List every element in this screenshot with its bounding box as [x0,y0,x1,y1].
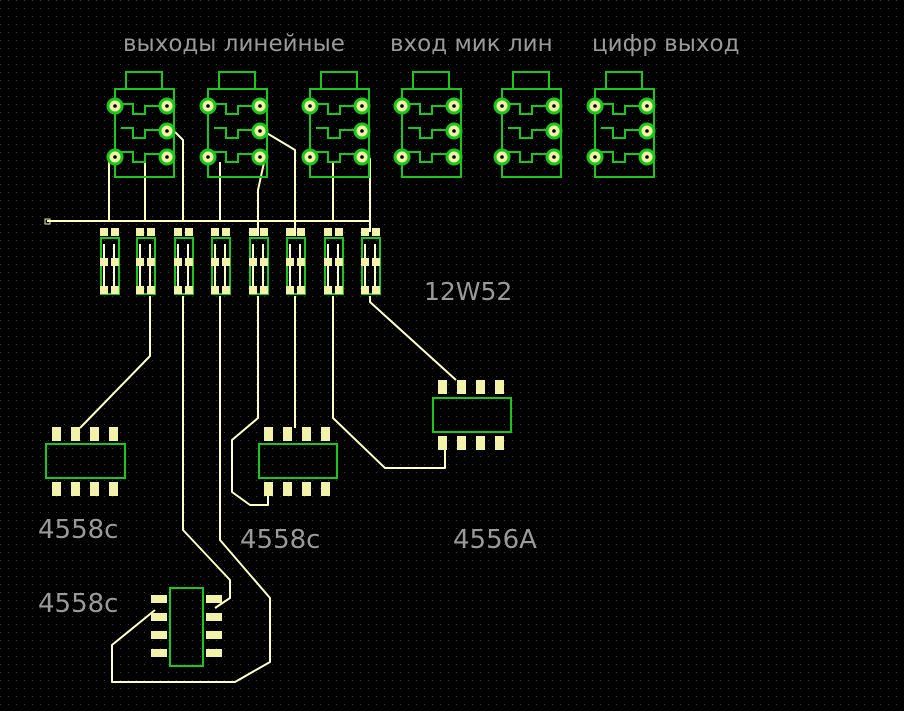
ic-label-right: 4556A [453,525,537,555]
ic-label-bottom: 4558c [38,589,119,619]
pcb-board [0,0,904,711]
ic-label-middle: 4558c [240,525,321,555]
ic-label-left: 4558c [38,515,119,545]
header-input-mic-line: вход мик лин [390,31,553,57]
switch-label: 12W52 [424,277,513,306]
header-digital-output: цифр выход [592,31,740,57]
header-outputs-line: выходы линейные [123,31,345,57]
